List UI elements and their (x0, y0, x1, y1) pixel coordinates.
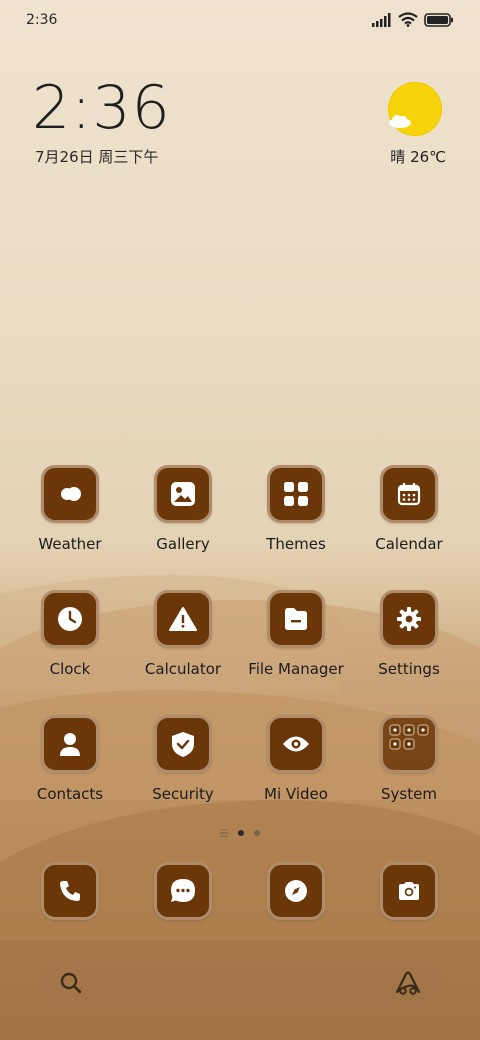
page-dot-active (238, 830, 244, 836)
folder-icon (285, 608, 307, 630)
app-label: Themes (266, 535, 326, 553)
app-weather[interactable]: Weather (20, 465, 120, 553)
gear-icon (397, 607, 421, 631)
calendar-app-icon[interactable] (380, 465, 438, 523)
app-label: Contacts (36, 785, 104, 803)
gallery-app-icon[interactable] (154, 465, 212, 523)
signal-icon (372, 12, 391, 27)
app-security[interactable]: Security (133, 715, 233, 803)
app-clock[interactable]: Clock (20, 590, 120, 678)
clock-widget-time[interactable]: 2:36 (32, 78, 171, 138)
clock-app-icon[interactable] (41, 590, 99, 648)
dock-phone[interactable] (20, 862, 120, 920)
weather-app-icon[interactable] (41, 465, 99, 523)
app-calendar[interactable]: Calendar (359, 465, 459, 553)
page-indicator[interactable] (0, 829, 480, 837)
mi-video-app-icon[interactable] (267, 715, 325, 773)
themes-app-icon[interactable] (267, 465, 325, 523)
themes-grid-icon (284, 482, 308, 506)
app-label: Weather (38, 535, 102, 553)
weather-cloud-icon (61, 487, 81, 501)
settings-app-icon[interactable] (380, 590, 438, 648)
camera-icon (399, 882, 419, 900)
weather-widget[interactable]: 晴 26℃ (386, 82, 446, 172)
security-app-icon[interactable] (154, 715, 212, 773)
message-icon (171, 879, 195, 902)
file-manager-app-icon[interactable] (267, 590, 325, 648)
app-gallery[interactable]: Gallery (133, 465, 233, 553)
gallery-image-icon (171, 482, 195, 506)
wifi-icon (398, 12, 418, 27)
app-label: Security (152, 785, 214, 803)
folder-grid-icon (389, 724, 429, 750)
shield-check-icon (172, 731, 194, 757)
app-label: System (381, 785, 437, 803)
phone-icon (60, 881, 80, 901)
weather-temperature: 晴 26℃ (390, 148, 446, 166)
calculator-warning-icon (169, 607, 197, 631)
dock-browser[interactable] (246, 862, 346, 920)
app-label: Settings (378, 660, 440, 678)
battery-icon (424, 12, 453, 27)
app-label: Calculator (144, 660, 222, 678)
status-time: 2:36 (26, 12, 58, 28)
clock-icon (58, 607, 82, 631)
phone-app-icon[interactable] (41, 862, 99, 920)
app-label: Gallery (156, 535, 210, 553)
browser-app-icon[interactable] (267, 862, 325, 920)
app-label: Clock (49, 660, 91, 678)
app-file-manager[interactable]: File Manager (246, 590, 346, 678)
system-folder-icon[interactable] (380, 715, 438, 773)
assistant-icon[interactable] (394, 970, 422, 996)
calendar-icon (397, 483, 421, 506)
calculator-app-icon[interactable] (154, 590, 212, 648)
status-bar: 2:36 (0, 0, 480, 42)
person-icon (60, 733, 80, 756)
compass-icon (285, 880, 307, 902)
app-label: Mi Video (264, 785, 328, 803)
contacts-app-icon[interactable] (41, 715, 99, 773)
app-mi-video[interactable]: Mi Video (246, 715, 346, 803)
app-themes[interactable]: Themes (246, 465, 346, 553)
cloud-icon (389, 115, 411, 128)
camera-app-icon[interactable] (380, 862, 438, 920)
page-list-icon (220, 829, 228, 837)
clock-widget-date: 7月26日 周三下午 (35, 148, 159, 166)
app-contacts[interactable]: Contacts (20, 715, 120, 803)
app-label: File Manager (248, 660, 344, 678)
page-dot (254, 830, 260, 836)
dock-messages[interactable] (133, 862, 233, 920)
home-screen: 2:36 2:36 7月26日 周三下午 晴 26℃ Weather Galle… (0, 0, 480, 1040)
app-settings[interactable]: Settings (359, 590, 459, 678)
messages-app-icon[interactable] (154, 862, 212, 920)
app-system-folder[interactable]: System (359, 715, 459, 803)
status-icons (372, 12, 454, 27)
eye-icon (283, 736, 309, 752)
app-label: Calendar (375, 535, 443, 553)
dock-camera[interactable] (359, 862, 459, 920)
search-bar[interactable] (40, 956, 442, 1010)
app-calculator[interactable]: Calculator (133, 590, 233, 678)
search-icon[interactable] (60, 972, 82, 994)
